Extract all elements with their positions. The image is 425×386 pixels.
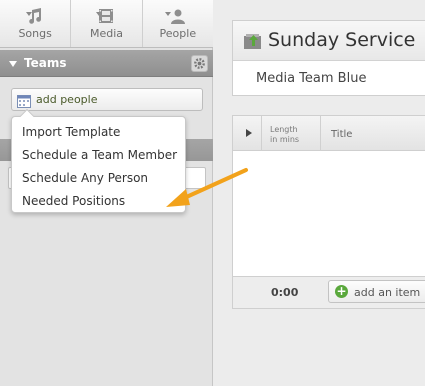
plan-team-name: Media Team Blue (256, 71, 367, 86)
nav-media-button[interactable]: Media (71, 0, 143, 47)
title-column-header: Title (331, 129, 353, 140)
gear-icon[interactable] (191, 55, 208, 72)
nav-people-label: People (159, 27, 197, 40)
person-icon (170, 8, 186, 28)
menu-item-schedule-team-member[interactable]: Schedule a Team Member (12, 144, 185, 167)
teams-title: Teams (24, 56, 67, 70)
add-item-button[interactable]: + add an item (328, 280, 425, 303)
plan-header: Sunday Service (233, 21, 425, 61)
nav-songs-button[interactable]: Songs (0, 0, 72, 47)
add-people-button[interactable]: add people (11, 88, 203, 111)
collapse-triangle-icon[interactable] (9, 61, 17, 67)
length-label: Length (270, 125, 298, 134)
menu-item-import-template[interactable]: Import Template (12, 121, 185, 144)
teams-header[interactable]: Teams (0, 50, 213, 77)
plus-icon: + (335, 284, 348, 298)
music-note-icon (27, 8, 43, 28)
annotation-arrow-icon (166, 168, 248, 207)
plan-title: Sunday Service (268, 29, 416, 51)
plan-items-panel: Length in mins Title 0:00 + add an item (232, 115, 425, 309)
add-people-label: add people (36, 93, 98, 106)
top-nav: Songs Media People (0, 0, 213, 48)
total-time: 0:00 (271, 286, 299, 299)
film-icon (98, 8, 114, 28)
items-header: Length in mins Title (233, 116, 425, 151)
nav-people-button[interactable]: People (143, 0, 213, 47)
nav-songs-label: Songs (18, 27, 52, 40)
plan-panel: Sunday Service Media Team Blue (232, 20, 425, 96)
play-column[interactable] (233, 116, 262, 151)
length-unit-label: in mins (270, 135, 300, 144)
length-column-header: Length in mins (262, 116, 321, 151)
plan-icon (243, 31, 263, 55)
play-icon (246, 129, 252, 137)
nav-media-label: Media (89, 27, 124, 40)
add-item-label: add an item (354, 286, 421, 299)
calendar-icon (17, 93, 31, 112)
items-footer: 0:00 + add an item (233, 276, 425, 308)
